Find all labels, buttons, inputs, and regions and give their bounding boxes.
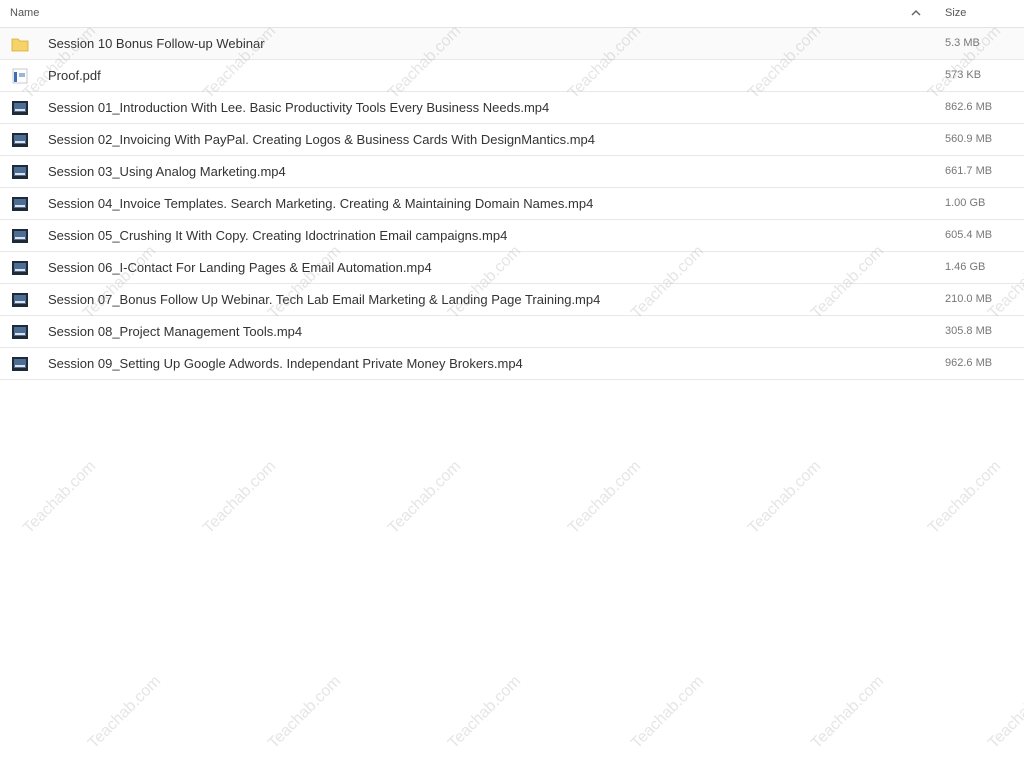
file-size: 862.6 MB — [945, 101, 993, 113]
file-size: 573 KB — [945, 69, 982, 81]
file-name[interactable]: Session 09_Setting Up Google Adwords. In… — [48, 356, 523, 371]
file-row[interactable]: Session 04_Invoice Templates. Search Mar… — [0, 188, 1024, 220]
watermark-text: Teachab.com — [200, 457, 280, 538]
file-row[interactable]: Session 02_Invoicing With PayPal. Creati… — [0, 124, 1024, 156]
file-size: 962.6 MB — [945, 357, 993, 369]
file-browser: Name Size Session 10 Bonus Follow-up Web… — [0, 0, 1024, 768]
file-row[interactable]: Proof.pdf 573 KB — [0, 60, 1024, 92]
video-thumbnail-icon — [11, 99, 29, 117]
file-row[interactable]: Session 08_Project Management Tools.mp4 3… — [0, 316, 1024, 348]
file-size: 305.8 MB — [945, 325, 993, 337]
file-row[interactable]: Session 09_Setting Up Google Adwords. In… — [0, 348, 1024, 380]
watermark-text: Teachab.com — [745, 457, 825, 538]
list-header: Name Size — [0, 0, 1024, 28]
watermark-text: Teachab.com — [85, 672, 165, 753]
watermark-text: Teachab.com — [925, 457, 1005, 538]
file-name[interactable]: Session 07_Bonus Follow Up Webinar. Tech… — [48, 292, 600, 307]
file-row[interactable]: Session 05_Crushing It With Copy. Creati… — [0, 220, 1024, 252]
video-thumbnail-icon — [11, 163, 29, 181]
file-size: 1.00 GB — [945, 197, 986, 209]
watermark-text: Teachab.com — [628, 672, 708, 753]
folder-icon — [11, 35, 29, 53]
video-thumbnail-icon — [11, 259, 29, 277]
size-column-header[interactable]: Size — [945, 7, 966, 19]
file-name[interactable]: Session 02_Invoicing With PayPal. Creati… — [48, 132, 595, 147]
video-thumbnail-icon — [11, 355, 29, 373]
video-thumbnail-icon — [11, 227, 29, 245]
watermark-text: Teachab.com — [808, 672, 888, 753]
file-size: 5.3 MB — [945, 37, 980, 49]
folder-row[interactable]: Session 10 Bonus Follow-up Webinar 5.3 MB — [0, 28, 1024, 60]
file-size: 605.4 MB — [945, 229, 993, 241]
chevron-up-icon[interactable] — [909, 6, 923, 20]
watermark-text: Teachab.com — [565, 457, 645, 538]
watermark-text: Teachab.com — [20, 457, 100, 538]
watermark-text: Teachab.com — [385, 457, 465, 538]
file-row[interactable]: Session 07_Bonus Follow Up Webinar. Tech… — [0, 284, 1024, 316]
file-size: 560.9 MB — [945, 133, 993, 145]
file-name[interactable]: Session 04_Invoice Templates. Search Mar… — [48, 196, 593, 211]
file-size: 1.46 GB — [945, 261, 986, 273]
video-thumbnail-icon — [11, 131, 29, 149]
file-row[interactable]: Session 06_I-Contact For Landing Pages &… — [0, 252, 1024, 284]
file-row[interactable]: Session 03_Using Analog Marketing.mp4 661… — [0, 156, 1024, 188]
watermark-text: Teachab.com — [445, 672, 525, 753]
watermark-text: Teachab.com — [985, 672, 1024, 753]
file-name[interactable]: Session 10 Bonus Follow-up Webinar — [48, 36, 265, 51]
video-thumbnail-icon — [11, 195, 29, 213]
file-name[interactable]: Session 06_I-Contact For Landing Pages &… — [48, 260, 432, 275]
file-list: Session 10 Bonus Follow-up Webinar 5.3 MB… — [0, 28, 1024, 380]
watermark-text: Teachab.com — [265, 672, 345, 753]
file-size: 661.7 MB — [945, 165, 993, 177]
pdf-icon — [11, 67, 29, 85]
file-row[interactable]: Session 01_Introduction With Lee. Basic … — [0, 92, 1024, 124]
file-name[interactable]: Session 01_Introduction With Lee. Basic … — [48, 100, 549, 115]
video-thumbnail-icon — [11, 323, 29, 341]
file-name[interactable]: Session 08_Project Management Tools.mp4 — [48, 324, 302, 339]
video-thumbnail-icon — [11, 291, 29, 309]
file-name[interactable]: Session 03_Using Analog Marketing.mp4 — [48, 164, 286, 179]
file-name[interactable]: Proof.pdf — [48, 68, 101, 83]
file-size: 210.0 MB — [945, 293, 993, 305]
file-name[interactable]: Session 05_Crushing It With Copy. Creati… — [48, 228, 507, 243]
name-column-header[interactable]: Name — [10, 7, 39, 19]
